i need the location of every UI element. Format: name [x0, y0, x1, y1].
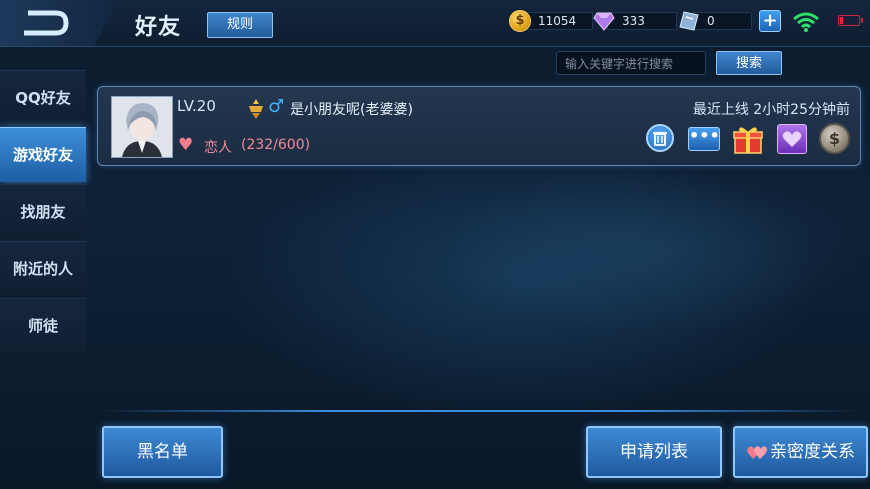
intimacy-relations-button[interactable]: 亲密度关系	[733, 426, 868, 478]
ticket-counter: 0	[678, 10, 768, 32]
coin-counter: $ 11054	[509, 10, 599, 32]
chat-button[interactable]: •••	[688, 127, 720, 151]
gem-icon	[593, 12, 615, 31]
ticket-icon	[679, 11, 699, 31]
heart-icon: ♥	[178, 135, 194, 155]
add-currency-button[interactable]: +	[759, 10, 781, 32]
sidebar-item-game-friends[interactable]: 游戏好友	[0, 127, 86, 182]
top-bar: 好友 规则 $ 11054 333 0 +	[0, 0, 870, 47]
intimacy-value: (232/600)	[241, 137, 311, 153]
gift-icon[interactable]	[732, 123, 764, 155]
sidebar-item-qq-friends[interactable]: QQ好友	[0, 70, 86, 125]
ticket-amount: 0	[692, 12, 752, 30]
purple-heart-icon	[782, 131, 802, 147]
intimacy-heart-button[interactable]	[777, 124, 807, 154]
sidebar-item-find-friends[interactable]: 找朋友	[0, 184, 86, 239]
male-gender-icon: ♂	[268, 96, 285, 117]
gem-amount: 333	[607, 12, 677, 30]
avatar[interactable]	[111, 96, 173, 158]
blacklist-button[interactable]: 黑名单	[102, 426, 223, 478]
last-online: 最近上线 2小时25分钟前	[692, 102, 850, 118]
sidebar-item-nearby[interactable]: 附近的人	[0, 241, 86, 296]
rank-icon	[249, 99, 263, 119]
coin-symbol-icon: $	[828, 129, 841, 148]
double-heart-icon	[747, 446, 767, 459]
back-button[interactable]	[0, 0, 118, 46]
friend-card[interactable]: LV.20 ♂ 是小朋友呢(老婆婆) ♥ 恋人 (232/600) 最近上线 2…	[97, 86, 861, 166]
trash-icon	[653, 132, 667, 146]
gem-counter: 333	[593, 10, 683, 32]
divider-line	[100, 410, 860, 412]
friend-requests-button[interactable]: 申请列表	[586, 426, 722, 478]
back-arrow-icon	[24, 10, 69, 36]
gold-coin-button[interactable]: $	[819, 123, 850, 154]
relation-label: 恋人	[204, 140, 232, 156]
wifi-icon	[793, 12, 819, 32]
chat-bubble-icon: •••	[689, 126, 720, 145]
coin-icon: $	[509, 10, 531, 32]
battery-icon	[838, 15, 863, 26]
rules-button[interactable]: 规则	[207, 12, 273, 38]
search-input[interactable]: 输入关键字进行搜索	[556, 51, 706, 75]
delete-friend-button[interactable]	[646, 124, 674, 152]
friend-nickname: 是小朋友呢(老婆婆)	[290, 102, 413, 118]
intimacy-relations-label: 亲密度关系	[770, 442, 855, 462]
friend-level: LV.20	[177, 97, 216, 115]
page-title: 好友	[135, 15, 182, 40]
coin-amount: 11054	[523, 12, 593, 30]
sidebar-item-mentorship[interactable]: 师徒	[0, 298, 86, 353]
search-button[interactable]: 搜索	[716, 51, 782, 75]
sidebar: QQ好友 游戏好友 找朋友 附近的人 师徒	[0, 70, 86, 355]
